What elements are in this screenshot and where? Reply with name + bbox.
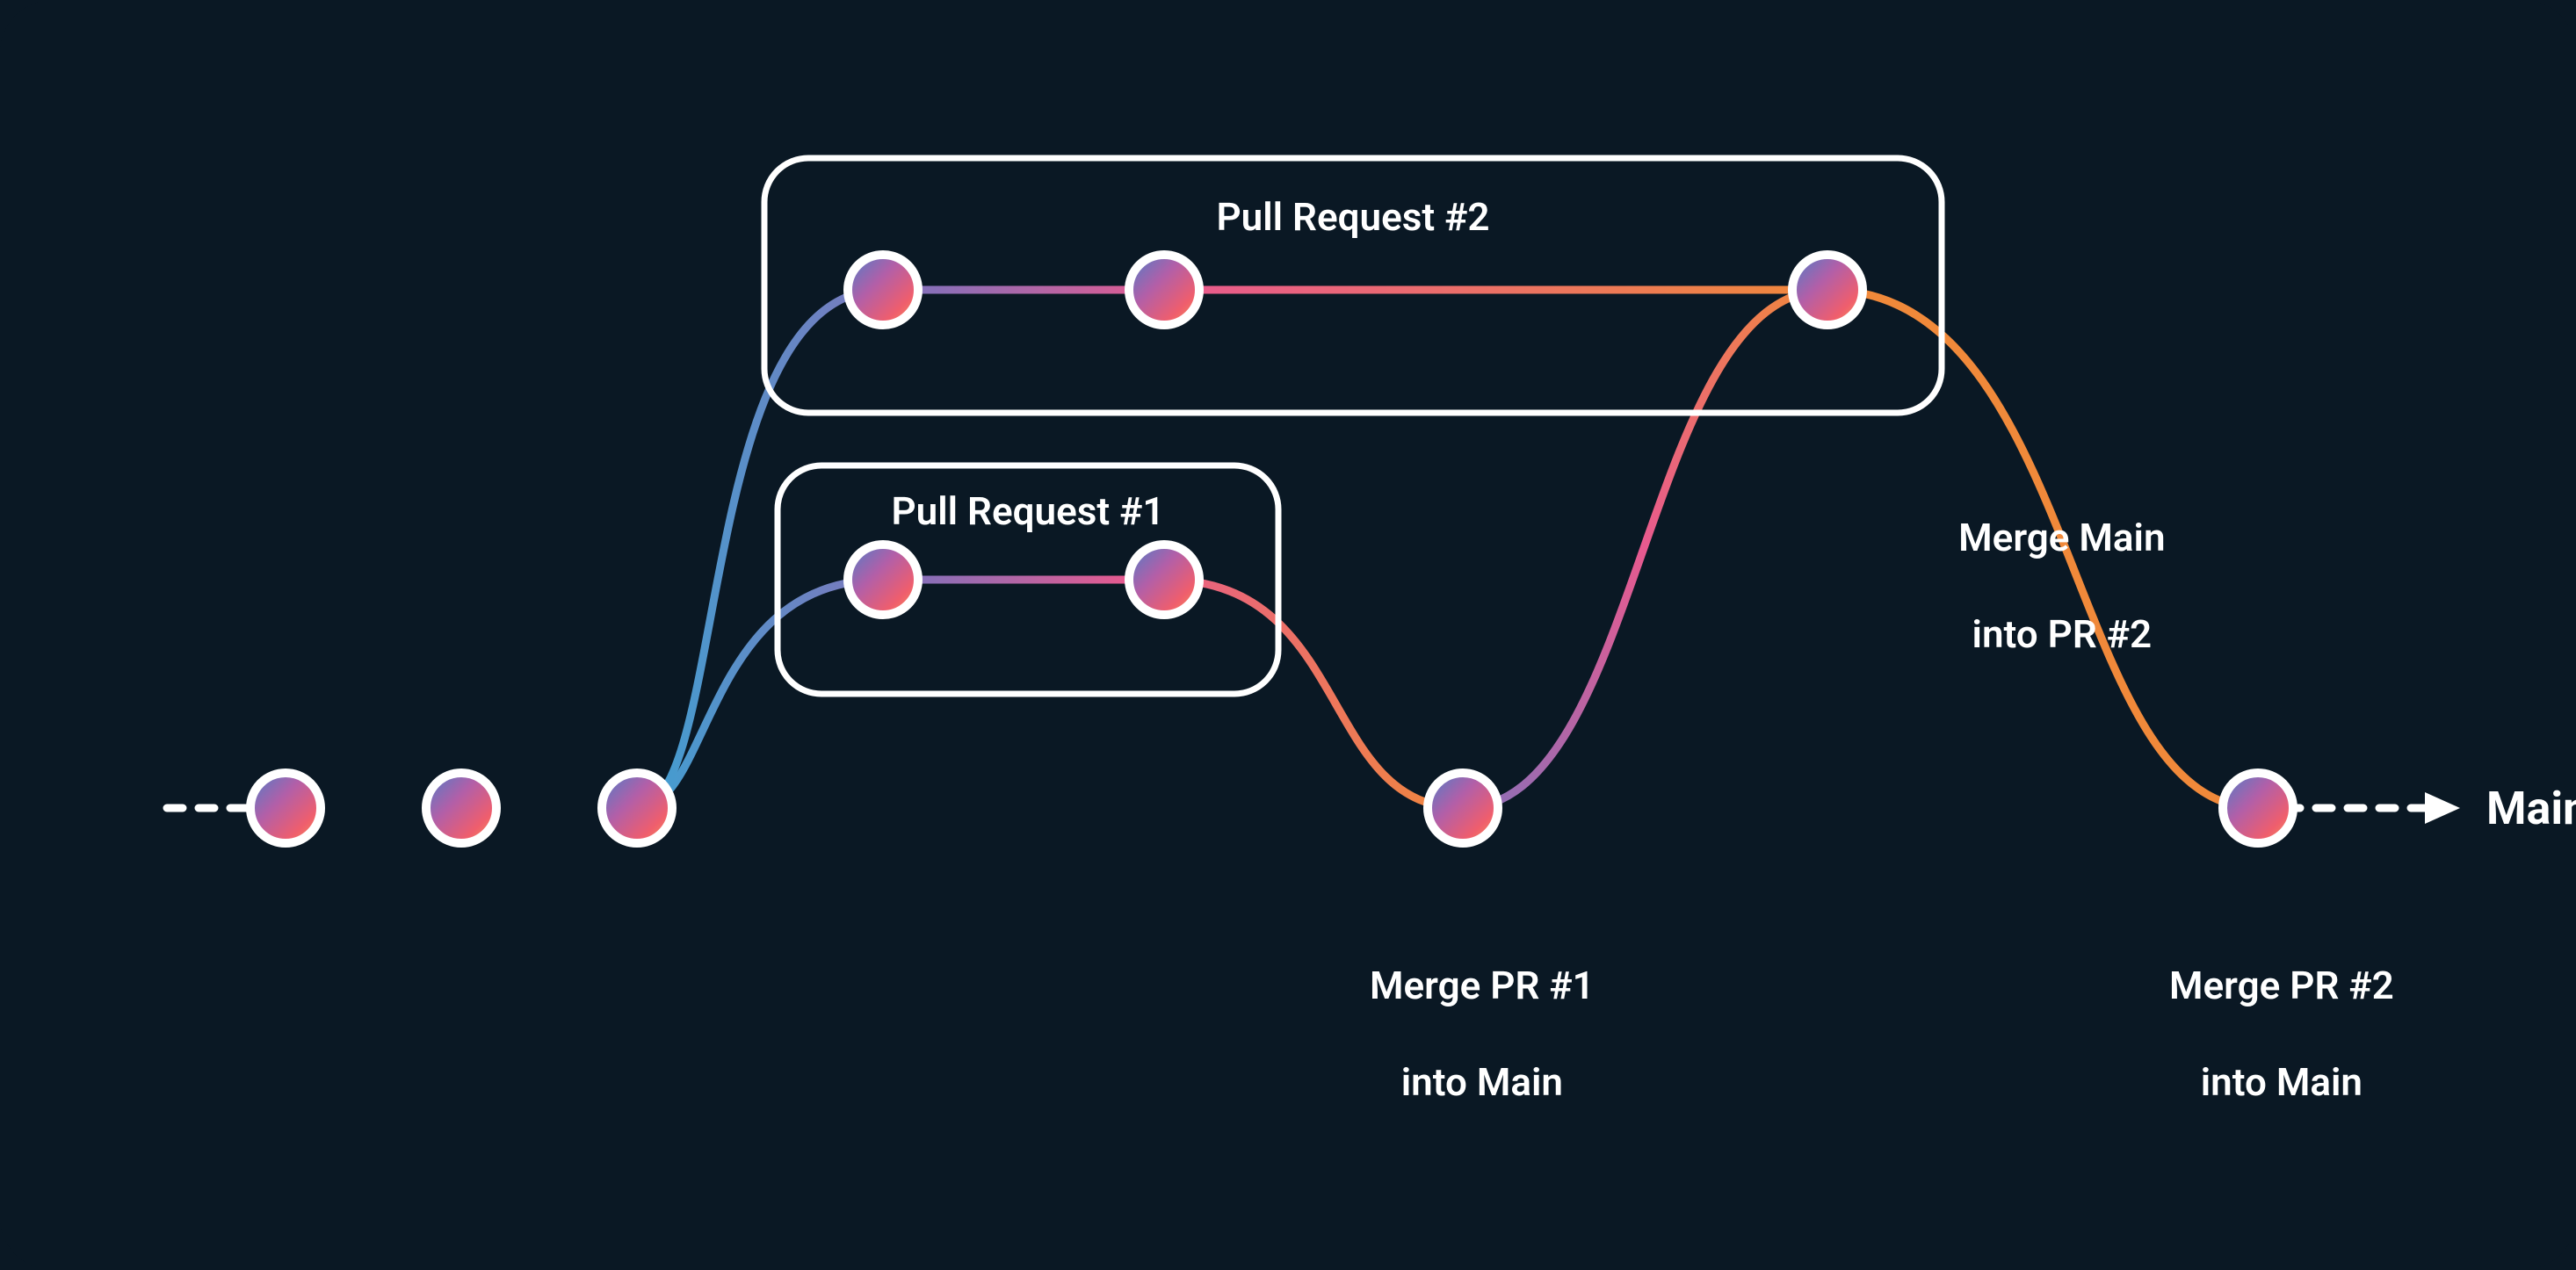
merge-pr1-into-main-label: Merge PR #1 into Main bbox=[1309, 913, 1617, 1155]
commit-node bbox=[1428, 773, 1498, 843]
merge-pr2-into-main-line2: into Main bbox=[2201, 1059, 2363, 1105]
main-arrowhead bbox=[2425, 792, 2460, 824]
commit-node bbox=[848, 545, 918, 615]
merge-pr2-into-main-line1: Merge PR #2 bbox=[2169, 963, 2394, 1008]
merge-pr1-into-main-line1: Merge PR #1 bbox=[1370, 963, 1595, 1008]
merge-main-into-pr2-label: Merge Main into PR #2 bbox=[1889, 465, 2196, 707]
commit-node bbox=[1129, 255, 1199, 325]
diagram-canvas: Main Pull Request #1 Pull Request #2 Mer… bbox=[0, 0, 2576, 1270]
commit-node bbox=[250, 773, 321, 843]
commit-node bbox=[848, 255, 918, 325]
commit-node bbox=[1792, 255, 1863, 325]
commit-node bbox=[426, 773, 496, 843]
commit-node bbox=[1129, 545, 1199, 615]
merge-pr1-into-main-line2: into Main bbox=[1401, 1059, 1563, 1105]
merge-main-into-pr2-line2: into PR #2 bbox=[1972, 611, 2153, 657]
commit-node bbox=[602, 773, 672, 843]
merge-main-into-pr2-path bbox=[1463, 290, 1827, 808]
merge-pr2-into-main-label: Merge PR #2 into Main bbox=[2109, 913, 2416, 1155]
merge-main-into-pr2-line1: Merge Main bbox=[1958, 515, 2165, 560]
pr2-branch-up-path bbox=[637, 290, 1827, 808]
pr2-title: Pull Request #2 bbox=[1002, 193, 1704, 242]
main-branch-label: Main bbox=[2486, 780, 2576, 837]
pr1-title: Pull Request #1 bbox=[835, 487, 1221, 536]
commit-node bbox=[2223, 773, 2293, 843]
